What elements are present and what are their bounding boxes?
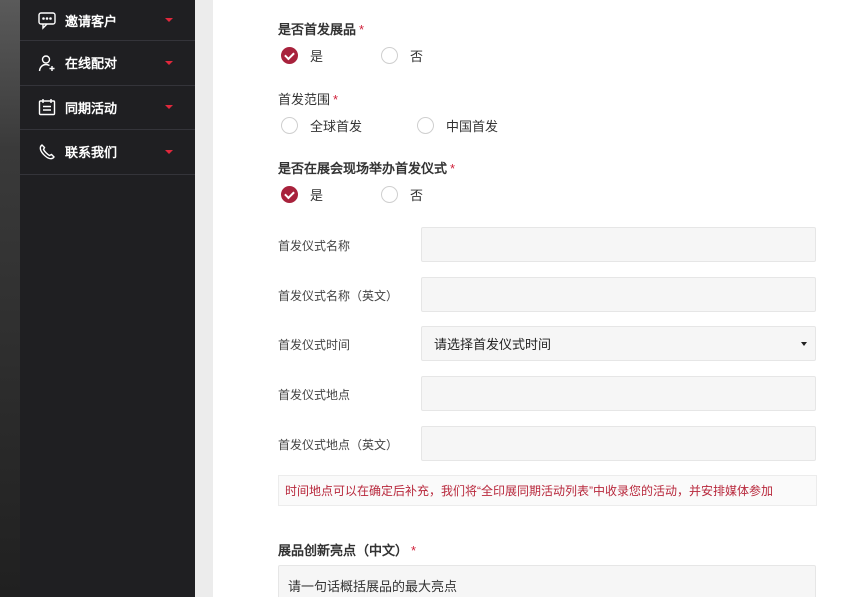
chevron-down-icon [165,105,173,110]
user-add-icon [37,53,57,73]
sidebar-item-label: 同期活动 [65,100,118,116]
ceremony-name-en-input[interactable] [421,277,816,312]
radio-label: 中国首发 [446,119,499,134]
ceremony-time-label: 首发仪式时间 [278,338,351,352]
launch-scope-china-radio[interactable]: 中国首发 [417,116,498,135]
radio-label: 否 [410,188,424,203]
launch-scope-global-radio[interactable]: 全球首发 [281,116,362,135]
chat-bubble-icon [37,10,57,30]
calendar-icon [37,97,57,117]
first-exhibit-yes-radio[interactable]: 是 [281,46,323,65]
required-mark: * [333,92,339,107]
select-value: 请选择首发仪式时间 [434,337,552,352]
ceremony-time-select[interactable]: 请选择首发仪式时间 [421,326,816,361]
ceremony-onsite-no-radio[interactable]: 否 [381,185,423,204]
highlight-placeholder: 请一句话概括展品的最大亮点 [288,579,458,594]
sidebar-item-label: 联系我们 [65,145,118,161]
sidebar: 邀请客户 在线配对 同期活动 联系我们 [20,0,195,597]
sidebar-item-contact-us[interactable]: 联系我们 [20,130,195,175]
notice-text: 时间地点可以在确定后补充，我们将“全印展同期活动列表”中收录您的活动，并安排媒体… [278,475,817,506]
radio-label: 否 [410,49,424,64]
required-mark: * [450,161,456,176]
required-mark: * [359,22,365,37]
chevron-down-icon [165,149,173,154]
ceremony-place-input[interactable] [421,376,816,411]
first-exhibit-no-radio[interactable]: 否 [381,46,423,65]
dropdown-arrow-icon [801,341,807,346]
chevron-down-icon [165,60,173,65]
required-mark: * [411,543,417,558]
sidebar-item-label: 邀请客户 [65,13,118,29]
ceremony-place-label: 首发仪式地点 [278,388,351,402]
radio-checked-icon [281,186,298,203]
chevron-down-icon [165,18,173,22]
sidebar-item-label: 在线配对 [65,56,118,72]
form-panel: 是否首发展品 * 是 否 首发范围 * 全球首发 中国首发 是否在展会现场举办首发仪… [213,0,845,597]
highlight-label: 展品创新亮点（中文） * [278,543,417,558]
radio-label: 全球首发 [310,119,363,134]
sidebar-item-concurrent-events[interactable]: 同期活动 [20,86,195,130]
first-exhibit-label: 是否首发展品 * [278,22,365,37]
highlight-textarea[interactable]: 请一句话概括展品的最大亮点 [278,565,816,597]
ceremony-name-input[interactable] [421,227,816,262]
ceremony-onsite-label: 是否在展会现场举办首发仪式 * [278,161,456,176]
ceremony-onsite-yes-radio[interactable]: 是 [281,185,323,204]
ceremony-place-en-label: 首发仪式地点（英文） [278,438,399,452]
radio-checked-icon [281,47,298,64]
radio-label: 是 [310,188,324,203]
ceremony-place-en-input[interactable] [421,426,816,461]
content-gutter [195,0,213,597]
radio-unchecked-icon [381,47,398,64]
launch-scope-label: 首发范围 * [278,92,339,107]
radio-unchecked-icon [381,186,398,203]
sidebar-item-invite-customers[interactable]: 邀请客户 [20,0,195,41]
sidebar-item-online-matching[interactable]: 在线配对 [20,41,195,86]
window-background-edge [0,0,20,597]
ceremony-name-en-label: 首发仪式名称（英文） [278,289,399,303]
radio-unchecked-icon [281,117,298,134]
radio-unchecked-icon [417,117,434,134]
ceremony-name-label: 首发仪式名称 [278,239,351,253]
phone-icon [37,142,57,162]
radio-label: 是 [310,49,324,64]
